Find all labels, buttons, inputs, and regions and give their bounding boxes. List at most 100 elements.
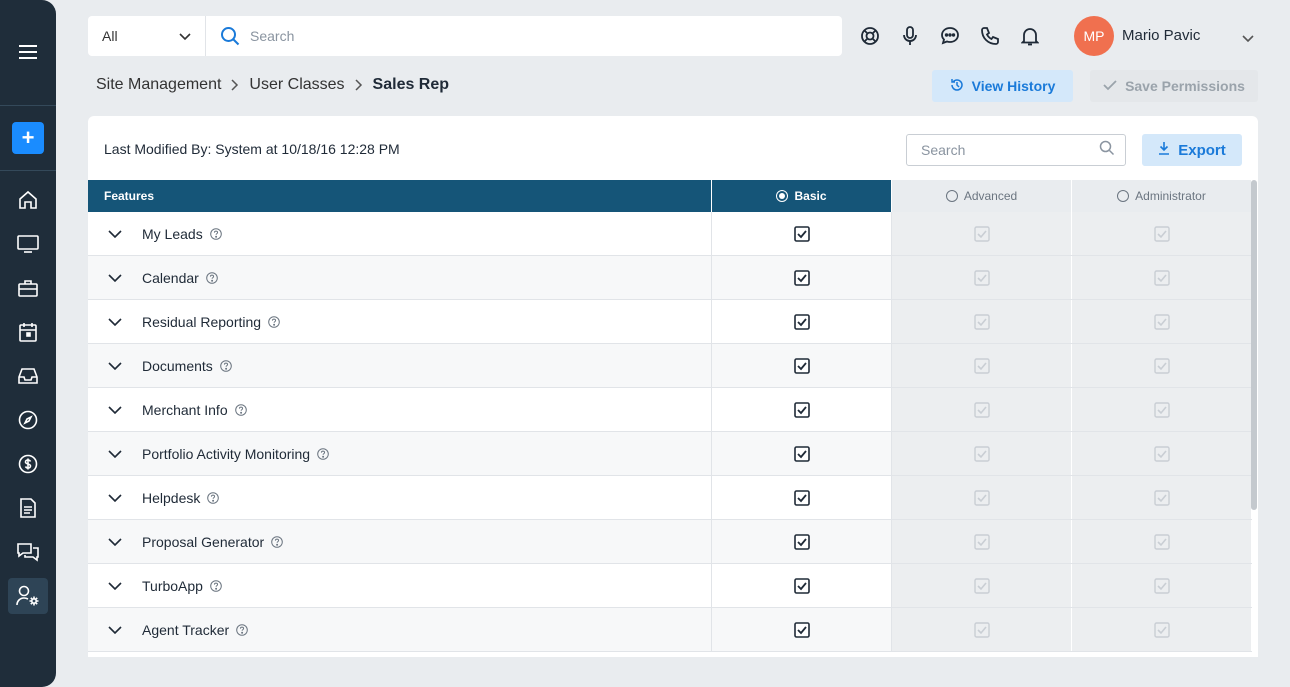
- avatar[interactable]: MP: [1074, 16, 1114, 56]
- compass-icon[interactable]: [16, 408, 40, 432]
- table-row: Agent Tracker: [88, 608, 1252, 652]
- save-permissions-button[interactable]: Save Permissions: [1090, 70, 1258, 102]
- chevron-down-icon[interactable]: [108, 361, 122, 370]
- help-icon[interactable]: [220, 359, 232, 372]
- advanced-checkbox: [892, 344, 1072, 387]
- basic-label: Basic: [794, 189, 827, 203]
- basic-checkbox[interactable]: [712, 476, 892, 519]
- administrator-checkbox: [1072, 520, 1252, 563]
- chevron-down-icon[interactable]: [108, 405, 122, 414]
- feature-search-input[interactable]: [921, 142, 1091, 158]
- basic-checkbox[interactable]: [712, 256, 892, 299]
- chevron-down-icon[interactable]: [108, 273, 122, 282]
- breadcrumb-user-classes[interactable]: User Classes: [249, 76, 344, 94]
- user-name[interactable]: Mario Pavic: [1122, 27, 1200, 44]
- table-row: Residual Reporting: [88, 300, 1252, 344]
- administrator-checkbox: [1072, 432, 1252, 475]
- dollar-icon[interactable]: [16, 452, 40, 476]
- advanced-checkbox: [892, 212, 1072, 255]
- table-header: Features Basic Advanced Administrator: [88, 180, 1252, 212]
- chat-bubble-icon[interactable]: [940, 26, 960, 46]
- search-scope-select[interactable]: All: [88, 16, 206, 56]
- chevron-down-icon[interactable]: [108, 229, 122, 238]
- advanced-label: Advanced: [963, 189, 1018, 203]
- breadcrumb-site-management[interactable]: Site Management: [96, 76, 221, 94]
- document-icon[interactable]: [16, 496, 40, 520]
- phone-icon[interactable]: [980, 26, 1000, 46]
- help-icon[interactable]: [209, 227, 222, 240]
- help-icon[interactable]: [206, 271, 218, 284]
- breadcrumb-current: Sales Rep: [372, 76, 450, 93]
- microphone-icon[interactable]: [900, 26, 920, 46]
- feature-name: Calendar: [142, 269, 199, 286]
- chevron-down-icon[interactable]: [108, 493, 122, 502]
- help-icon[interactable]: [207, 491, 220, 504]
- chevron-down-icon[interactable]: [1242, 30, 1254, 48]
- chevron-down-icon[interactable]: [108, 581, 122, 590]
- basic-checkbox[interactable]: [712, 432, 892, 475]
- basic-checkbox[interactable]: [712, 520, 892, 563]
- save-permissions-label: Save Permissions: [1125, 78, 1245, 94]
- feature-cell: Proposal Generator: [88, 520, 712, 563]
- menu-icon[interactable]: [16, 40, 40, 64]
- chevron-down-icon[interactable]: [108, 537, 122, 546]
- administrator-level-header[interactable]: Administrator: [1072, 180, 1252, 212]
- feature-search-box[interactable]: [906, 134, 1126, 166]
- advanced-level-header[interactable]: Advanced: [892, 180, 1072, 212]
- feature-name: TurboApp: [142, 577, 203, 594]
- basic-checkbox[interactable]: [712, 564, 892, 607]
- feature-name: My Leads: [142, 225, 203, 242]
- support-icon[interactable]: [860, 26, 880, 46]
- user-settings-icon[interactable]: [8, 578, 48, 614]
- monitor-icon[interactable]: [16, 232, 40, 256]
- help-icon[interactable]: [317, 447, 329, 460]
- download-icon: [1158, 141, 1170, 159]
- home-icon[interactable]: [16, 188, 40, 212]
- basic-level-header[interactable]: Basic: [712, 180, 892, 212]
- basic-checkbox[interactable]: [712, 300, 892, 343]
- basic-radio[interactable]: [776, 190, 789, 202]
- table-row: Documents: [88, 344, 1252, 388]
- check-icon: [1103, 78, 1117, 94]
- export-button[interactable]: Export: [1142, 134, 1242, 166]
- feature-cell: Helpdesk: [88, 476, 712, 519]
- table-row: TurboApp: [88, 564, 1252, 608]
- chat-icon[interactable]: [16, 540, 40, 564]
- chevron-down-icon[interactable]: [108, 449, 122, 458]
- table-row: Calendar: [88, 256, 1252, 300]
- view-history-button[interactable]: View History: [932, 70, 1073, 102]
- calendar-icon[interactable]: [16, 320, 40, 344]
- basic-checkbox[interactable]: [712, 608, 892, 651]
- search-icon: [1099, 140, 1115, 161]
- briefcase-icon[interactable]: [16, 276, 40, 300]
- administrator-checkbox: [1072, 476, 1252, 519]
- global-search-input[interactable]: [250, 28, 810, 44]
- help-icon[interactable]: [236, 623, 248, 636]
- sidebar-divider: [0, 105, 56, 106]
- chevron-down-icon[interactable]: [108, 625, 122, 634]
- table-row: Proposal Generator: [88, 520, 1252, 564]
- feature-cell: Residual Reporting: [88, 300, 712, 343]
- chevron-right-icon: [231, 79, 239, 91]
- help-icon[interactable]: [271, 535, 283, 548]
- bell-icon[interactable]: [1020, 26, 1040, 46]
- search-icon: [220, 26, 240, 46]
- basic-checkbox[interactable]: [712, 344, 892, 387]
- inbox-icon[interactable]: [16, 364, 40, 388]
- basic-checkbox[interactable]: [712, 212, 892, 255]
- chevron-right-icon: [355, 79, 363, 91]
- administrator-radio[interactable]: [1117, 190, 1130, 202]
- basic-checkbox[interactable]: [712, 388, 892, 431]
- help-icon[interactable]: [268, 315, 280, 328]
- help-icon[interactable]: [234, 403, 247, 416]
- advanced-radio[interactable]: [945, 190, 958, 202]
- search-scope-value: All: [102, 28, 118, 44]
- feature-name: Merchant Info: [142, 401, 228, 418]
- table-scrollbar[interactable]: [1251, 180, 1257, 510]
- feature-name: Documents: [142, 357, 213, 374]
- add-button[interactable]: +: [12, 122, 44, 154]
- global-search-bar: All: [88, 16, 842, 56]
- permissions-card: Last Modified By: System at 10/18/16 12:…: [88, 116, 1258, 657]
- chevron-down-icon[interactable]: [108, 317, 122, 326]
- help-icon[interactable]: [210, 579, 222, 592]
